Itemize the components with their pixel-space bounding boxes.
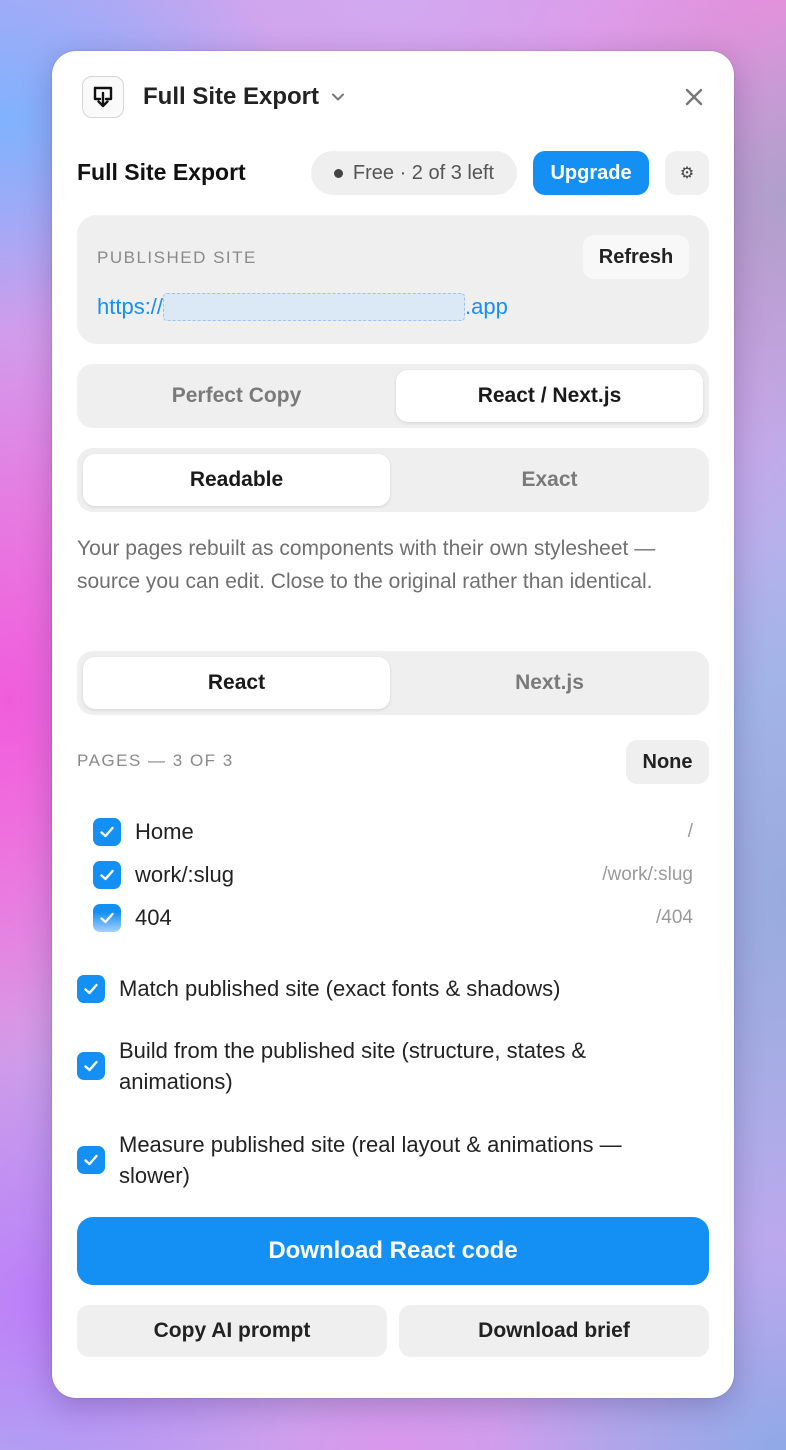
page-row-404[interactable]: 404 /404	[93, 903, 693, 933]
option-label: Build from the published site (structure…	[119, 1038, 587, 1094]
tab-react[interactable]: React	[83, 657, 390, 709]
page-path: /	[687, 821, 693, 842]
page-name: work/:slug	[135, 862, 235, 887]
select-none-button[interactable]: None	[626, 740, 709, 784]
check-icon	[84, 1060, 98, 1072]
close-button[interactable]	[680, 83, 708, 111]
copy-ai-prompt-button[interactable]: Copy AI prompt	[77, 1305, 387, 1357]
url-prefix: https://	[97, 294, 164, 319]
mode-description: Your pages rebuilt as components with th…	[77, 537, 656, 593]
page-row-work-slug[interactable]: work/:slug /work/:slug	[93, 860, 693, 890]
option-match-published[interactable]: Match published site (exact fonts & shad…	[77, 973, 687, 1004]
app-icon	[82, 76, 124, 118]
export-mode-toggle: Perfect Copy React / Next.js	[77, 364, 709, 428]
download-icon	[93, 86, 113, 108]
page-name: 404	[135, 905, 172, 930]
plan-status-text: Free · 2 of 3 left	[352, 161, 495, 184]
page-name: Home	[135, 819, 194, 844]
option-checkbox[interactable]	[77, 1146, 105, 1174]
tab-perfect-copy[interactable]: Perfect Copy	[83, 370, 390, 422]
export-panel: Full Site Export Full Site Export Free ·…	[52, 51, 734, 1398]
site-switcher-label: Full Site Export	[143, 83, 320, 110]
check-icon	[100, 869, 114, 881]
gear-icon: ⚙	[679, 165, 695, 182]
upgrade-button[interactable]: Upgrade	[533, 151, 649, 195]
tab-react-nextjs[interactable]: React / Next.js	[396, 370, 703, 422]
plan-status-badge: Free · 2 of 3 left	[311, 151, 517, 195]
close-icon	[685, 88, 703, 106]
style-mode-toggle: Readable Exact	[77, 448, 709, 512]
tab-readable[interactable]: Readable	[83, 454, 390, 506]
option-label: Match published site (exact fonts & shad…	[119, 976, 561, 1001]
option-checkbox[interactable]	[77, 1052, 105, 1080]
check-icon	[84, 1154, 98, 1166]
framework-toggle: React Next.js	[77, 651, 709, 715]
page-checkbox[interactable]	[93, 818, 121, 846]
download-brief-button[interactable]: Download brief	[399, 1305, 709, 1357]
page-path: /404	[656, 907, 693, 928]
page-row-home[interactable]: Home /	[93, 817, 693, 847]
status-dot	[333, 168, 343, 178]
check-icon	[84, 983, 98, 994]
tab-nextjs[interactable]: Next.js	[396, 657, 703, 709]
chevron-down-icon	[332, 93, 345, 101]
option-label: Measure published site (real layout & an…	[119, 1132, 622, 1188]
check-icon	[100, 912, 114, 924]
page-checkbox[interactable]	[93, 861, 121, 889]
download-code-button[interactable]: Download React code	[77, 1217, 709, 1285]
settings-button[interactable]: ⚙	[665, 151, 709, 195]
option-measure-published[interactable]: Measure published site (real layout & an…	[77, 1129, 687, 1191]
url-redacted	[163, 293, 466, 321]
published-site-label: PUBLISHED SITE	[97, 248, 257, 267]
section-title: Full Site Export	[77, 158, 246, 185]
published-url[interactable]: https:// .app	[97, 293, 508, 321]
page-path: /work/:slug	[602, 864, 693, 885]
tab-exact[interactable]: Exact	[396, 454, 703, 506]
option-checkbox[interactable]	[77, 974, 105, 1003]
url-suffix: .app	[465, 294, 508, 319]
refresh-button[interactable]: Refresh	[583, 235, 689, 279]
published-site-card: PUBLISHED SITE Refresh https:// .app	[77, 215, 709, 344]
option-build-from-published[interactable]: Build from the published site (structure…	[77, 1035, 687, 1097]
site-switcher[interactable]: Full Site Export	[143, 81, 347, 113]
pages-count-label: PAGES — 3 OF 3	[77, 751, 234, 770]
page-checkbox[interactable]	[93, 904, 121, 932]
check-icon	[100, 826, 114, 838]
